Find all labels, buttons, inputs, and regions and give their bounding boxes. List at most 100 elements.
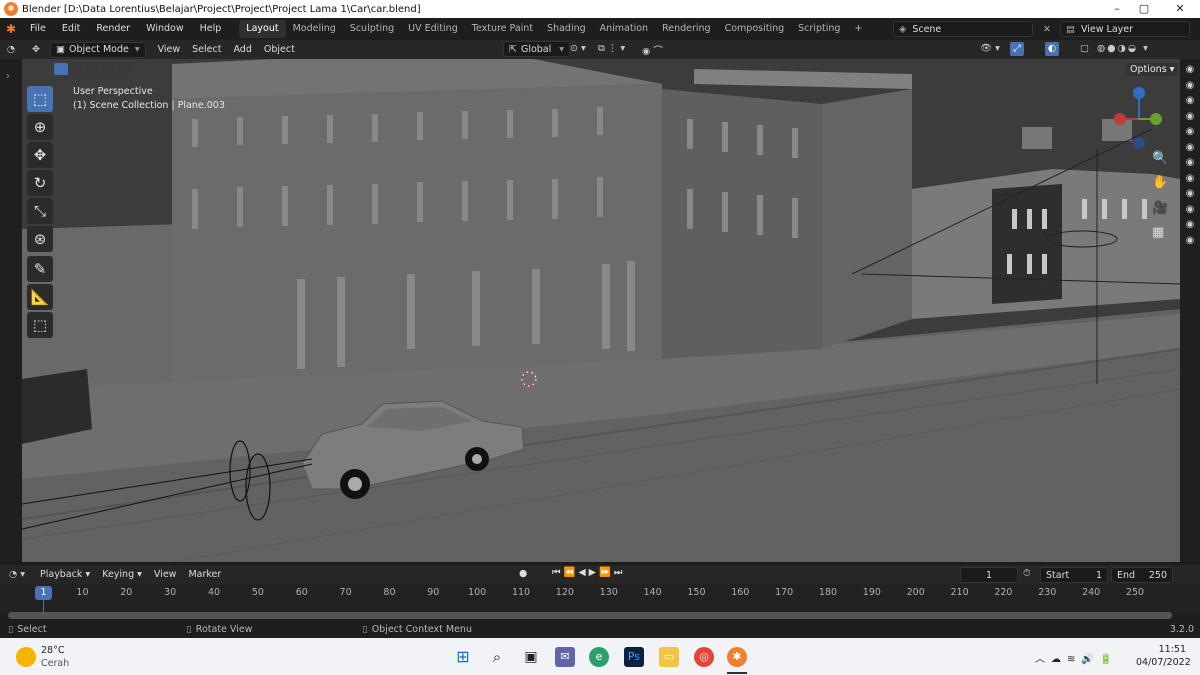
- menu-help[interactable]: Help: [192, 18, 230, 40]
- system-tray-icons[interactable]: ︿☁≋🔊🔋: [1035, 650, 1118, 665]
- editor-type-icon[interactable]: ◔: [0, 44, 22, 55]
- file-explorer-icon[interactable]: ▭: [659, 647, 679, 667]
- task-view-icon[interactable]: ▣: [521, 647, 541, 667]
- visibility-icon[interactable]: 👁 ▾: [980, 43, 1000, 54]
- select-mode-buttons[interactable]: [54, 63, 132, 75]
- measure-tool-icon[interactable]: 📐: [27, 284, 53, 310]
- view-layer-name: View Layer: [1080, 23, 1134, 35]
- select-subtract-icon[interactable]: [86, 63, 100, 75]
- tab-uv-editing[interactable]: UV Editing: [401, 20, 465, 38]
- menu-file[interactable]: File: [22, 18, 54, 40]
- select-new-icon[interactable]: [54, 63, 68, 75]
- weather-temp[interactable]: 28°C: [41, 645, 64, 656]
- frame-tick: 60: [295, 587, 308, 598]
- tab-scripting[interactable]: Scripting: [791, 20, 847, 38]
- transform-pivot-icon[interactable]: ✥: [22, 44, 50, 55]
- status-context: Object Context Menu: [371, 623, 472, 635]
- start-frame-field[interactable]: Start 1: [1040, 567, 1108, 583]
- gizmo-toggle-icon[interactable]: ⤢: [1010, 42, 1024, 56]
- clock-time[interactable]: 11:51: [1142, 644, 1186, 655]
- zoom-icon[interactable]: 🔍: [1152, 151, 1168, 166]
- proportional-editing-icon[interactable]: ◉ ⌒: [642, 43, 663, 57]
- pivot-point-icon[interactable]: ⊙ ▾: [570, 43, 586, 54]
- start-icon[interactable]: ⊞: [453, 647, 473, 667]
- camera-view-icon[interactable]: 🎥: [1152, 201, 1168, 216]
- menu-window[interactable]: Window: [138, 18, 191, 40]
- object-mode-icon: ▣: [56, 44, 65, 55]
- add-cube-tool-icon[interactable]: ⬚: [27, 312, 53, 338]
- annotate-tool-icon[interactable]: ✎: [27, 256, 53, 282]
- snap-icon[interactable]: ⧉ ⋮ ▾: [598, 43, 625, 54]
- select-intersect-icon[interactable]: [118, 63, 132, 75]
- stopwatch-icon[interactable]: ⏱: [1023, 568, 1030, 579]
- weather-desc[interactable]: Cerah: [41, 658, 69, 669]
- move-tool-icon[interactable]: ✥: [27, 142, 53, 168]
- clock-date[interactable]: 04/07/2022: [1136, 657, 1191, 668]
- tab-compositing[interactable]: Compositing: [718, 20, 792, 38]
- minimize-button[interactable]: –: [1103, 0, 1131, 18]
- add-workspace-button[interactable]: +: [847, 20, 869, 38]
- cursor-tool-icon[interactable]: ⊕: [27, 114, 53, 140]
- photoshop-icon[interactable]: Ps: [624, 647, 644, 667]
- record-icon[interactable]: ●: [519, 568, 527, 579]
- tab-rendering[interactable]: Rendering: [655, 20, 718, 38]
- mouse-left-icon: ▯: [8, 623, 14, 635]
- mode-selector[interactable]: ▣ Object Mode ▾: [50, 41, 146, 58]
- menu-add[interactable]: Add: [227, 44, 257, 55]
- 3d-viewport[interactable]: User Perspective (1) Scene Collection | …: [22, 59, 1180, 562]
- menu-object[interactable]: Object: [258, 44, 301, 55]
- tab-modeling[interactable]: Modeling: [286, 20, 343, 38]
- ortho-grid-icon[interactable]: ▦: [1152, 225, 1164, 240]
- scale-tool-icon[interactable]: ⤡: [27, 198, 53, 224]
- select-extend-icon[interactable]: [70, 63, 84, 75]
- scene-selector[interactable]: ◈ Scene: [893, 21, 1033, 37]
- transform-orientation-selector[interactable]: ⇱ Global ▾: [503, 41, 571, 57]
- playback-controls-icons[interactable]: ⏮⏪◀▶⏩⏭: [552, 567, 625, 578]
- blender-taskbar-icon[interactable]: ✱: [727, 647, 747, 667]
- pan-hand-icon[interactable]: ✋: [1152, 175, 1168, 190]
- maximize-button[interactable]: ▢: [1130, 0, 1158, 18]
- menu-edit[interactable]: Edit: [54, 18, 88, 40]
- chat-icon[interactable]: ✉: [555, 647, 575, 667]
- blender-menu-icon[interactable]: ✱: [0, 22, 22, 36]
- delete-scene-icon[interactable]: ✕: [1043, 24, 1051, 35]
- xray-icon[interactable]: ▢: [1080, 43, 1089, 54]
- close-button[interactable]: ✕: [1166, 0, 1194, 18]
- timeline-scrollbar[interactable]: [8, 612, 1172, 619]
- menu-render[interactable]: Render: [88, 18, 138, 40]
- edge-icon[interactable]: e: [589, 647, 609, 667]
- expand-toolbar-icon[interactable]: ›: [6, 71, 10, 82]
- menu-keying[interactable]: Keying ▾: [96, 569, 148, 580]
- outliner-camera-icons[interactable]: ◉ ◉ ◉ ◉ ◉ ◉ ◉ ◉ ◉ ◉ ◉ ◉: [1182, 62, 1198, 248]
- menu-timeline-view[interactable]: View: [148, 569, 183, 580]
- tab-animation[interactable]: Animation: [593, 20, 655, 38]
- options-dropdown[interactable]: Options ▾: [1126, 63, 1179, 76]
- chrome-icon[interactable]: ◎: [694, 647, 714, 667]
- tab-sculpting[interactable]: Sculpting: [343, 20, 401, 38]
- rotate-tool-icon[interactable]: ↻: [27, 170, 53, 196]
- transform-tool-icon[interactable]: ⊛: [27, 226, 53, 252]
- tab-shading[interactable]: Shading: [540, 20, 593, 38]
- view-collection-label: (1) Scene Collection | Plane.003: [73, 100, 225, 111]
- tab-texture-paint[interactable]: Texture Paint: [465, 20, 540, 38]
- weather-sun-icon[interactable]: [16, 647, 36, 667]
- select-box-tool-icon[interactable]: ⬚: [27, 86, 53, 112]
- current-frame-field[interactable]: 1: [960, 567, 1018, 583]
- search-icon[interactable]: ⌕: [487, 647, 507, 667]
- tab-layout[interactable]: Layout: [239, 20, 286, 38]
- menu-playback[interactable]: Playback ▾: [34, 569, 96, 580]
- view-layer-selector[interactable]: ▤ View Layer: [1060, 21, 1190, 37]
- timeline-ruler[interactable]: 1 10 20 30 40 50 60 70 80 90 100 110 120 130 140 150 16…: [0, 584, 1200, 614]
- select-invert-icon[interactable]: [102, 63, 116, 75]
- view-perspective-label: User Perspective: [73, 86, 153, 97]
- end-frame-field[interactable]: End 250: [1111, 567, 1173, 583]
- frame-tick: 130: [599, 587, 618, 598]
- menu-marker[interactable]: Marker: [182, 569, 227, 580]
- playhead[interactable]: 1: [35, 586, 52, 600]
- menu-select[interactable]: Select: [186, 44, 227, 55]
- menu-view[interactable]: View: [152, 44, 187, 55]
- overlay-toggle-icon[interactable]: ◐: [1045, 42, 1059, 56]
- frame-tick: 40: [207, 587, 221, 598]
- timeline-editor-icon[interactable]: ◔ ▾: [0, 569, 34, 580]
- shading-mode-icons[interactable]: ◍●◑◒ ▾: [1097, 43, 1150, 54]
